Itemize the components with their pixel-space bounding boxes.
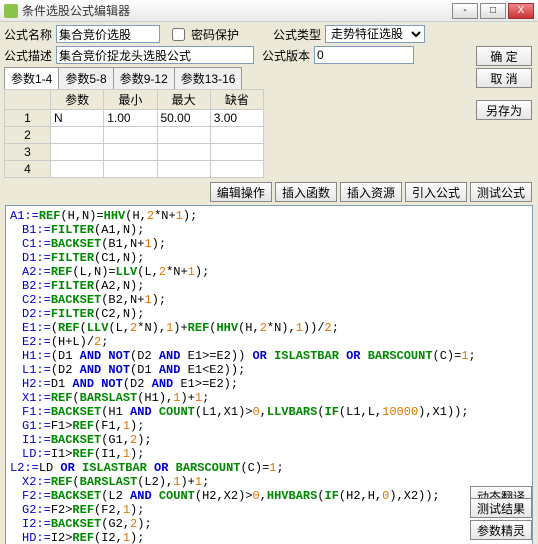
label-formula-type: 公式类型 [273, 26, 321, 43]
import-formula-button[interactable]: 引入公式 [405, 182, 467, 202]
param-tabs: 参数1-4 参数5-8 参数9-12 参数13-16 [0, 67, 538, 89]
code-editor[interactable]: A1:=REF(H,N)=HHV(H,2*N+1);B1:=FILTER(A1,… [5, 205, 533, 544]
param-row: 4 [5, 161, 264, 178]
ok-button[interactable]: 确 定 [476, 46, 532, 66]
col-max: 最大 [157, 90, 210, 110]
tab-params-1-4[interactable]: 参数1-4 [4, 67, 59, 89]
formula-desc-input[interactable] [56, 46, 254, 64]
test-result-button[interactable]: 测试结果 [470, 498, 532, 518]
titlebar: 条件选股公式编辑器 - □ X [0, 0, 538, 22]
window-title: 条件选股公式编辑器 [22, 2, 452, 19]
formula-version-input[interactable] [314, 46, 414, 64]
insert-fn-button[interactable]: 插入函数 [275, 182, 337, 202]
tab-params-5-8[interactable]: 参数5-8 [58, 67, 113, 89]
label-formula-desc: 公式描述 [4, 47, 52, 64]
label-formula-name: 公式名称 [4, 26, 52, 43]
tab-params-9-12[interactable]: 参数9-12 [113, 67, 175, 89]
cancel-button[interactable]: 取 消 [476, 68, 532, 88]
label-formula-version: 公式版本 [262, 47, 310, 64]
formula-type-select[interactable]: 走势特征选股 [325, 25, 425, 43]
param-row: 1N1.0050.003.00 [5, 110, 264, 127]
param-grid[interactable]: 参数 最小 最大 缺省 1N1.0050.003.00 2 3 4 [4, 89, 264, 178]
close-button[interactable]: X [508, 3, 534, 19]
save-as-button[interactable]: 另存为 [476, 100, 532, 120]
label-pwd-protect: 密码保护 [191, 26, 239, 43]
param-row: 3 [5, 144, 264, 161]
param-wizard-button[interactable]: 参数精灵 [470, 520, 532, 540]
col-param: 参数 [51, 90, 104, 110]
edit-op-button[interactable]: 编辑操作 [210, 182, 272, 202]
test-formula-button[interactable]: 测试公式 [470, 182, 532, 202]
insert-res-button[interactable]: 插入资源 [340, 182, 402, 202]
formula-name-input[interactable] [56, 25, 160, 43]
maximize-button[interactable]: □ [480, 3, 506, 19]
col-min: 最小 [104, 90, 157, 110]
app-icon [4, 4, 18, 18]
param-row: 2 [5, 127, 264, 144]
minimize-button[interactable]: - [452, 3, 478, 19]
tab-params-13-16[interactable]: 参数13-16 [174, 67, 243, 89]
pwd-protect-checkbox[interactable] [172, 28, 185, 41]
col-def: 缺省 [210, 90, 263, 110]
